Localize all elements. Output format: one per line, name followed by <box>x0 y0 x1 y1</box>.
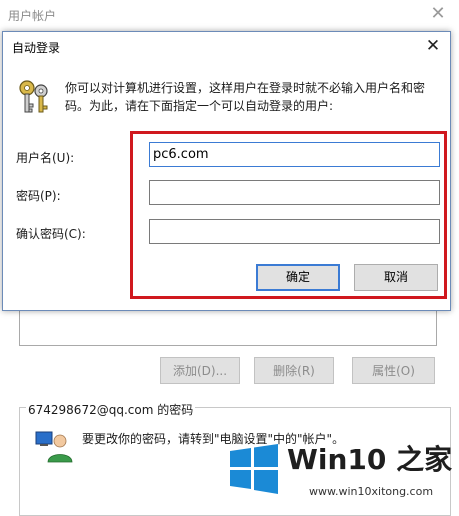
dialog-title: 自动登录 <box>12 41 61 55</box>
ok-button[interactable]: 确定 <box>256 264 340 291</box>
windows-logo-icon <box>230 444 278 494</box>
close-icon[interactable]: ✕ <box>427 3 449 25</box>
confirm-password-label: 确认密码(C): <box>16 227 86 241</box>
watermark-url: www.win10xitong.com <box>309 485 434 498</box>
username-input[interactable] <box>149 142 440 167</box>
user-accounts-title: 用户帐户 <box>8 9 57 23</box>
password-group-title: 674298672@qq.com 的密码 <box>26 401 196 418</box>
dialog-message: 你可以对计算机进行设置，这样用户在登录时就不必输入用户名和密码。为此，请在下面指… <box>65 81 426 113</box>
close-icon[interactable]: ✕ <box>422 35 444 57</box>
username-label: 用户名(U): <box>16 151 75 165</box>
watermark-brand: Win10 之家 <box>287 443 453 476</box>
user-icon <box>35 431 73 463</box>
confirm-password-input[interactable] <box>149 219 440 244</box>
key-icon <box>19 80 48 113</box>
user-accounts-titlebar: 用户帐户 ✕ <box>0 0 459 30</box>
properties-button[interactable]: 属性(O) <box>352 357 435 384</box>
add-user-button[interactable]: 添加(D)... <box>160 357 240 384</box>
cancel-button[interactable]: 取消 <box>354 264 438 291</box>
watermark: Win10 之家 www.win10xitong.com <box>225 440 459 514</box>
password-input[interactable] <box>149 180 440 205</box>
password-label: 密码(P): <box>16 189 61 203</box>
delete-user-button[interactable]: 删除(R) <box>254 357 334 384</box>
auto-login-dialog: 自动登录 ✕ 你可以对计算机进行设置，这样用户在登录时就不必输入用户名和密码。为… <box>2 31 451 311</box>
